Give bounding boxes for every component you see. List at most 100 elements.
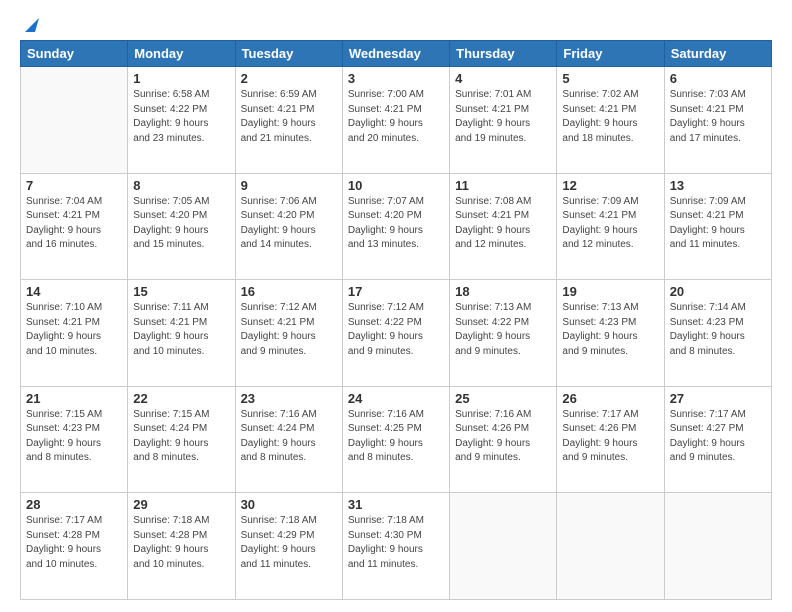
calendar-day-cell: 22Sunrise: 7:15 AMSunset: 4:24 PMDayligh…	[128, 386, 235, 493]
calendar-week-row: 7 Sunrise: 7:04 AMSunset: 4:21 PMDaylight…	[21, 173, 772, 280]
day-info: Sunrise: 7:15 AMSunset: 4:23 PMDaylight:…	[26, 408, 122, 466]
calendar-day-cell	[664, 493, 771, 600]
day-number: 31	[348, 497, 444, 512]
calendar-day-cell: 11 Sunrise: 7:08 AMSunset: 4:21 PMDayligh…	[450, 173, 557, 280]
calendar-day-header: Wednesday	[342, 41, 449, 67]
day-info: Sunrise: 7:18 AMSunset: 4:30 PMDaylight:…	[348, 514, 444, 572]
calendar-day-cell: 4 Sunrise: 7:01 AMSunset: 4:21 PMDaylight…	[450, 67, 557, 174]
day-info: Sunrise: 7:04 AMSunset: 4:21 PMDaylight:…	[26, 195, 122, 253]
day-number: 3	[348, 71, 444, 86]
day-info: Sunrise: 7:17 AMSunset: 4:28 PMDaylight:…	[26, 514, 122, 572]
calendar-day-cell: 3 Sunrise: 7:00 AMSunset: 4:21 PMDaylight…	[342, 67, 449, 174]
calendar-table: SundayMondayTuesdayWednesdayThursdayFrid…	[20, 40, 772, 600]
day-number: 4	[455, 71, 551, 86]
calendar-day-header: Saturday	[664, 41, 771, 67]
day-number: 1	[133, 71, 229, 86]
page: SundayMondayTuesdayWednesdayThursdayFrid…	[0, 0, 792, 612]
day-number: 9	[241, 178, 337, 193]
day-info: Sunrise: 7:13 AMSunset: 4:23 PMDaylight:…	[562, 301, 658, 359]
calendar-day-cell: 2 Sunrise: 6:59 AMSunset: 4:21 PMDaylight…	[235, 67, 342, 174]
day-info: Sunrise: 7:03 AMSunset: 4:21 PMDaylight:…	[670, 88, 766, 146]
day-info: Sunrise: 7:18 AMSunset: 4:28 PMDaylight:…	[133, 514, 229, 572]
calendar-day-cell: 29 Sunrise: 7:18 AMSunset: 4:28 PMDayligh…	[128, 493, 235, 600]
day-info: Sunrise: 7:06 AMSunset: 4:20 PMDaylight:…	[241, 195, 337, 253]
day-info: Sunrise: 7:10 AMSunset: 4:21 PMDaylight:…	[26, 301, 122, 359]
calendar-day-cell: 31 Sunrise: 7:18 AMSunset: 4:30 PMDayligh…	[342, 493, 449, 600]
day-info: Sunrise: 7:16 AMSunset: 4:25 PMDaylight:…	[348, 408, 444, 466]
day-info: Sunrise: 7:05 AMSunset: 4:20 PMDaylight:…	[133, 195, 229, 253]
day-number: 12	[562, 178, 658, 193]
calendar-week-row: 28 Sunrise: 7:17 AMSunset: 4:28 PMDayligh…	[21, 493, 772, 600]
calendar-header-row: SundayMondayTuesdayWednesdayThursdayFrid…	[21, 41, 772, 67]
calendar-week-row: 1 Sunrise: 6:58 AMSunset: 4:22 PMDaylight…	[21, 67, 772, 174]
day-number: 11	[455, 178, 551, 193]
day-number: 15	[133, 284, 229, 299]
calendar-day-cell	[557, 493, 664, 600]
day-info: Sunrise: 7:12 AMSunset: 4:22 PMDaylight:…	[348, 301, 444, 359]
day-info: Sunrise: 7:02 AMSunset: 4:21 PMDaylight:…	[562, 88, 658, 146]
calendar-day-cell: 24 Sunrise: 7:16 AMSunset: 4:25 PMDayligh…	[342, 386, 449, 493]
day-number: 25	[455, 391, 551, 406]
day-info: Sunrise: 7:13 AMSunset: 4:22 PMDaylight:…	[455, 301, 551, 359]
day-number: 24	[348, 391, 444, 406]
day-info: Sunrise: 7:16 AMSunset: 4:24 PMDaylight:…	[241, 408, 337, 466]
day-info: Sunrise: 7:12 AMSunset: 4:21 PMDaylight:…	[241, 301, 337, 359]
day-info: Sunrise: 7:17 AMSunset: 4:27 PMDaylight:…	[670, 408, 766, 466]
day-info: Sunrise: 7:11 AMSunset: 4:21 PMDaylight:…	[133, 301, 229, 359]
day-number: 29	[133, 497, 229, 512]
day-info: Sunrise: 7:01 AMSunset: 4:21 PMDaylight:…	[455, 88, 551, 146]
calendar-day-cell: 9 Sunrise: 7:06 AMSunset: 4:20 PMDaylight…	[235, 173, 342, 280]
day-info: Sunrise: 7:00 AMSunset: 4:21 PMDaylight:…	[348, 88, 444, 146]
day-info: Sunrise: 7:09 AMSunset: 4:21 PMDaylight:…	[562, 195, 658, 253]
calendar-week-row: 21 Sunrise: 7:15 AMSunset: 4:23 PMDayligh…	[21, 386, 772, 493]
calendar-day-cell: 6 Sunrise: 7:03 AMSunset: 4:21 PMDaylight…	[664, 67, 771, 174]
day-info: Sunrise: 7:18 AMSunset: 4:29 PMDaylight:…	[241, 514, 337, 572]
calendar-day-header: Sunday	[21, 41, 128, 67]
calendar-week-row: 14 Sunrise: 7:10 AMSunset: 4:21 PMDayligh…	[21, 280, 772, 387]
logo	[20, 18, 40, 32]
day-number: 21	[26, 391, 122, 406]
calendar-day-cell: 25 Sunrise: 7:16 AMSunset: 4:26 PMDayligh…	[450, 386, 557, 493]
day-number: 13	[670, 178, 766, 193]
calendar-day-cell: 1 Sunrise: 6:58 AMSunset: 4:22 PMDaylight…	[128, 67, 235, 174]
day-number: 22	[133, 391, 229, 406]
calendar-day-header: Thursday	[450, 41, 557, 67]
calendar-day-header: Friday	[557, 41, 664, 67]
calendar-day-cell: 27 Sunrise: 7:17 AMSunset: 4:27 PMDayligh…	[664, 386, 771, 493]
day-number: 2	[241, 71, 337, 86]
calendar-day-cell: 10Sunrise: 7:07 AMSunset: 4:20 PMDayligh…	[342, 173, 449, 280]
calendar-day-cell: 12 Sunrise: 7:09 AMSunset: 4:21 PMDayligh…	[557, 173, 664, 280]
day-number: 7	[26, 178, 122, 193]
calendar-day-cell: 17 Sunrise: 7:12 AMSunset: 4:22 PMDayligh…	[342, 280, 449, 387]
calendar-day-cell: 26Sunrise: 7:17 AMSunset: 4:26 PMDayligh…	[557, 386, 664, 493]
calendar-day-cell	[450, 493, 557, 600]
day-info: Sunrise: 7:07 AMSunset: 4:20 PMDaylight:…	[348, 195, 444, 253]
calendar-day-cell: 15 Sunrise: 7:11 AMSunset: 4:21 PMDayligh…	[128, 280, 235, 387]
calendar-day-cell: 13 Sunrise: 7:09 AMSunset: 4:21 PMDayligh…	[664, 173, 771, 280]
day-info: Sunrise: 7:08 AMSunset: 4:21 PMDaylight:…	[455, 195, 551, 253]
calendar-day-header: Monday	[128, 41, 235, 67]
day-info: Sunrise: 7:16 AMSunset: 4:26 PMDaylight:…	[455, 408, 551, 466]
day-info: Sunrise: 6:58 AMSunset: 4:22 PMDaylight:…	[133, 88, 229, 146]
day-number: 30	[241, 497, 337, 512]
day-info: Sunrise: 7:09 AMSunset: 4:21 PMDaylight:…	[670, 195, 766, 253]
calendar-day-header: Tuesday	[235, 41, 342, 67]
day-number: 6	[670, 71, 766, 86]
day-info: Sunrise: 6:59 AMSunset: 4:21 PMDaylight:…	[241, 88, 337, 146]
header	[20, 18, 772, 32]
day-number: 27	[670, 391, 766, 406]
day-info: Sunrise: 7:17 AMSunset: 4:26 PMDaylight:…	[562, 408, 658, 466]
calendar-day-cell: 16 Sunrise: 7:12 AMSunset: 4:21 PMDayligh…	[235, 280, 342, 387]
calendar-day-cell: 19 Sunrise: 7:13 AMSunset: 4:23 PMDayligh…	[557, 280, 664, 387]
day-number: 19	[562, 284, 658, 299]
calendar-day-cell: 7 Sunrise: 7:04 AMSunset: 4:21 PMDaylight…	[21, 173, 128, 280]
day-number: 28	[26, 497, 122, 512]
day-number: 16	[241, 284, 337, 299]
day-number: 17	[348, 284, 444, 299]
day-number: 23	[241, 391, 337, 406]
day-number: 14	[26, 284, 122, 299]
calendar-day-cell: 30 Sunrise: 7:18 AMSunset: 4:29 PMDayligh…	[235, 493, 342, 600]
calendar-day-cell: 14 Sunrise: 7:10 AMSunset: 4:21 PMDayligh…	[21, 280, 128, 387]
day-number: 20	[670, 284, 766, 299]
day-number: 5	[562, 71, 658, 86]
